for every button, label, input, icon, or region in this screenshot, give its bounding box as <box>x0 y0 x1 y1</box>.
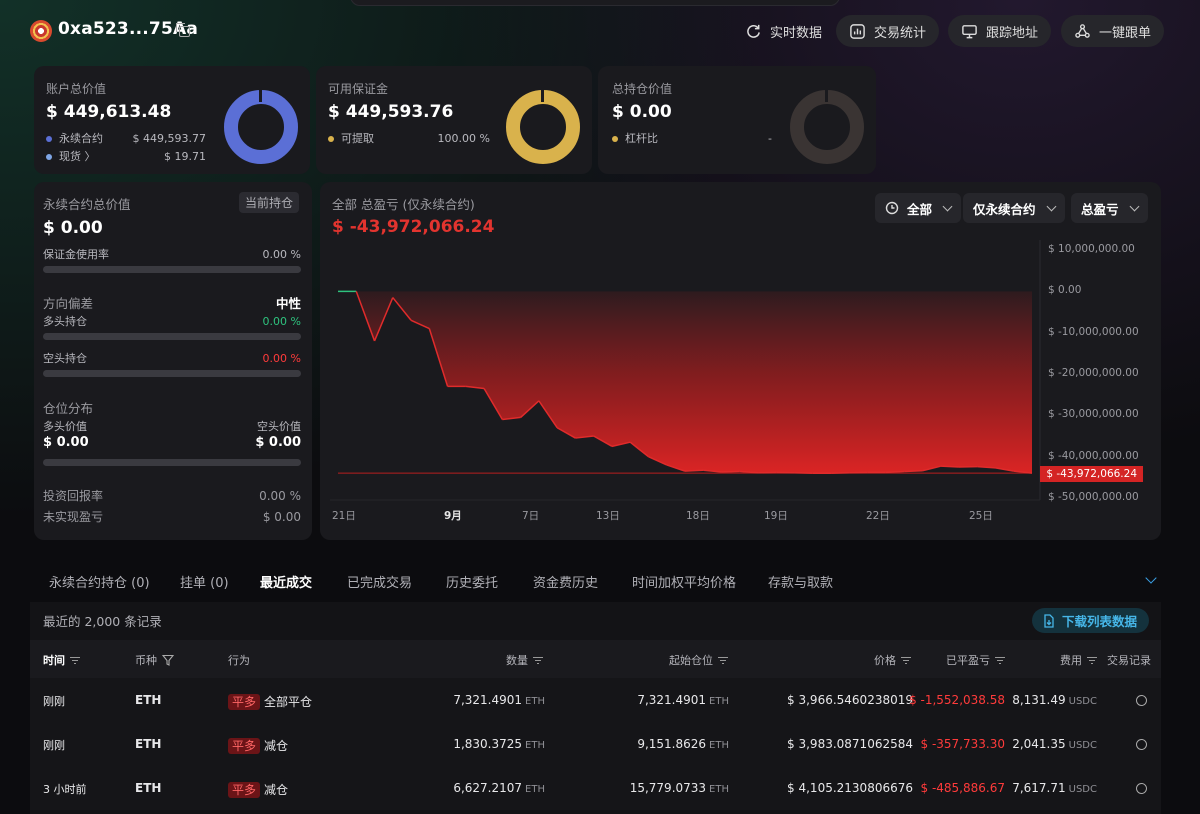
row-price: $ 4,105.2130806676 <box>787 781 913 795</box>
sort-icon <box>533 656 543 664</box>
header-start-position-label: 起始仓位 <box>669 654 713 667</box>
x-tick-label: 9月 <box>444 510 462 522</box>
pnl-line-segment <box>684 469 704 472</box>
x-tick-label: 25日 <box>969 510 993 522</box>
row-action: 平多 减仓 <box>228 781 288 798</box>
side-badge: 平多 <box>228 782 261 798</box>
tab-1[interactable]: 挂单 (0) <box>180 572 229 591</box>
row-realized-pnl: $ -1,552,038.58 <box>909 693 1005 707</box>
y-tick-label: $ -10,000,000.00 <box>1048 325 1139 338</box>
x-tick-label: 7日 <box>522 510 540 522</box>
external-link-icon[interactable] <box>1136 695 1147 706</box>
row-coin: ETH <box>135 693 162 707</box>
sort-icon <box>70 656 80 664</box>
row-quantity: 1,830.3725 ETH <box>453 737 545 751</box>
row-price: $ 3,983.0871062584 <box>787 737 913 751</box>
tab-4[interactable]: 历史委托 <box>446 572 498 591</box>
x-tick-label: 18日 <box>686 510 710 522</box>
x-tick-label: 22日 <box>866 510 890 522</box>
y-tick-label: $ -40,000,000.00 <box>1048 449 1139 462</box>
header-trade-record-label: 交易记录 <box>1107 654 1151 667</box>
current-pnl-label: $ -43,972,066.24 <box>1040 466 1143 482</box>
row-realized-pnl: $ -357,733.30 <box>920 737 1006 751</box>
header-realized-pnl[interactable]: 已平盈亏 <box>946 652 1005 668</box>
row-time: 刚刚 <box>43 739 65 752</box>
y-tick-label: $ 10,000,000.00 <box>1048 243 1135 255</box>
row-fee: 8,131.49 USDC <box>1012 693 1097 707</box>
sort-icon <box>901 656 911 664</box>
header-time[interactable]: 时间 <box>43 652 80 668</box>
row-action-text: 减仓 <box>264 739 289 753</box>
y-tick-label: $ -20,000,000.00 <box>1048 367 1139 379</box>
sort-icon <box>718 656 728 664</box>
x-tick-label: 13日 <box>596 510 620 522</box>
row-realized-pnl: $ -485,886.67 <box>920 781 1006 795</box>
sort-icon <box>1087 656 1097 664</box>
header-fee[interactable]: 费用 <box>1060 652 1097 668</box>
header-quantity-label: 数量 <box>506 654 528 667</box>
x-tick-label: 19日 <box>764 510 788 522</box>
header-price-label: 价格 <box>874 654 896 667</box>
tab-7[interactable]: 存款与取款 <box>768 572 833 591</box>
y-tick-label: $ 0.00 <box>1048 284 1082 297</box>
side-badge: 平多 <box>228 738 261 754</box>
row-start-position: 9,151.8626 ETH <box>637 737 729 751</box>
y-tick-label: $ -50,000,000.00 <box>1048 491 1139 503</box>
row-coin: ETH <box>135 737 162 751</box>
collapse-chevron-icon[interactable] <box>1145 572 1157 584</box>
download-label: 下载列表数据 <box>1062 614 1138 629</box>
tab-3[interactable]: 已完成交易 <box>347 572 412 591</box>
external-link-icon[interactable] <box>1136 783 1147 794</box>
download-icon <box>1044 613 1054 628</box>
x-tick-label: 21日 <box>332 510 356 522</box>
row-coin: ETH <box>135 781 162 795</box>
header-realized-pnl-label: 已平盈亏 <box>946 654 990 667</box>
header-action: 行为 <box>228 652 250 668</box>
row-quantity: 6,627.2107 ETH <box>453 781 545 795</box>
row-action: 平多 全部平仓 <box>228 693 312 710</box>
row-action-text: 全部平仓 <box>264 695 313 709</box>
record-count: 最近的 2,000 条记录 <box>43 614 162 629</box>
pnl-area <box>338 291 1032 474</box>
row-fee: 2,041.35 USDC <box>1012 737 1097 751</box>
row-start-position: 7,321.4901 ETH <box>637 693 729 707</box>
tab-0[interactable]: 永续合约持仓 (0) <box>49 572 150 591</box>
pnl-line-segment <box>885 470 905 474</box>
tab-2[interactable]: 最近成交 <box>260 572 312 591</box>
pnl-chart <box>330 240 1041 501</box>
side-badge: 平多 <box>228 694 261 710</box>
sort-icon <box>995 656 1005 664</box>
row-fee: 7,617.71 USDC <box>1012 781 1097 795</box>
header-start-position[interactable]: 起始仓位 <box>669 652 728 668</box>
row-time: 刚刚 <box>43 695 65 708</box>
y-tick-label: $ -30,000,000.00 <box>1048 408 1139 421</box>
row-action: 平多 减仓 <box>228 737 288 754</box>
header-action-label: 行为 <box>228 654 250 667</box>
row-quantity: 7,321.4901 ETH <box>453 693 545 707</box>
tab-6[interactable]: 时间加权平均价格 <box>632 572 736 591</box>
pnl-line-segment <box>904 469 923 473</box>
header-time-label: 时间 <box>43 654 65 667</box>
header-quantity[interactable]: 数量 <box>506 652 543 668</box>
external-link-icon[interactable] <box>1136 739 1147 750</box>
download-button[interactable]: 下载列表数据 <box>1032 608 1150 633</box>
row-price: $ 3,966.5460238019 <box>787 693 913 707</box>
header-coin-label: 币种 <box>135 654 157 667</box>
filter-icon <box>162 654 174 666</box>
row-start-position: 15,779.0733 ETH <box>629 781 729 795</box>
header-coin[interactable]: 币种 <box>135 652 174 668</box>
row-time: 3 小时前 <box>43 783 87 796</box>
pnl-line-segment <box>940 465 959 468</box>
header-trade-record: 交易记录 <box>1107 652 1151 668</box>
header-price[interactable]: 价格 <box>874 652 911 668</box>
header-fee-label: 费用 <box>1060 654 1082 667</box>
row-action-text: 减仓 <box>264 783 289 797</box>
tab-5[interactable]: 资金费历史 <box>533 572 598 591</box>
